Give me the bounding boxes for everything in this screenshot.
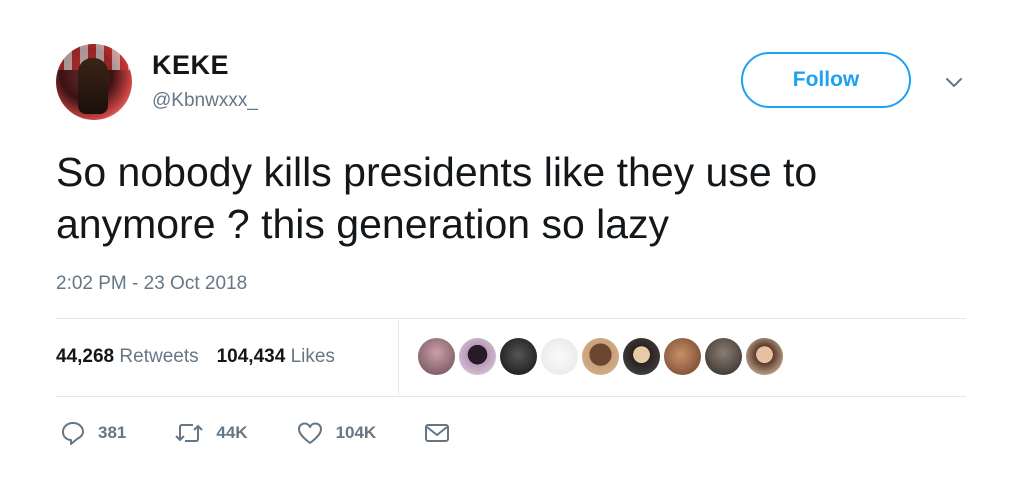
retweet-icon (175, 424, 204, 442)
chevron-down-icon[interactable] (944, 72, 964, 92)
mail-icon (425, 424, 450, 442)
tweet-timestamp[interactable]: 2:02 PM - 23 Oct 2018 (56, 273, 247, 295)
liker-avatar[interactable] (500, 338, 537, 375)
retweets-count: 44,268 (56, 346, 115, 367)
liker-avatar[interactable] (623, 338, 660, 375)
user-handle[interactable]: @Kbnwxxx_ (152, 90, 258, 112)
tweet-actions: 381 44K 104K (60, 420, 510, 446)
direct-message-button[interactable] (424, 422, 462, 444)
follow-button[interactable]: Follow (741, 52, 911, 108)
avatar-figure (78, 58, 108, 114)
divider-bottom (56, 396, 966, 397)
like-count: 104K (335, 423, 377, 442)
liker-avatar[interactable] (664, 338, 701, 375)
liker-avatar[interactable] (582, 338, 619, 375)
likes-stat[interactable]: 104,434 Likes (217, 346, 335, 367)
liker-avatar[interactable] (541, 338, 578, 375)
retweets-stat[interactable]: 44,268 Retweets (56, 346, 199, 367)
engagement-stats: 44,268 Retweets 104,434 Likes (56, 346, 335, 368)
retweet-button[interactable]: 44K (174, 420, 248, 446)
divider-top (56, 318, 966, 319)
like-button[interactable]: 104K (296, 420, 377, 446)
tweet-text: So nobody kills presidents like they use… (56, 149, 818, 247)
retweet-count: 44K (216, 423, 248, 442)
likes-label: Likes (290, 346, 335, 367)
liker-avatars (418, 338, 783, 375)
reply-icon (62, 422, 84, 445)
user-name[interactable]: KEKE (152, 50, 229, 81)
liker-avatar[interactable] (459, 338, 496, 375)
likes-count: 104,434 (216, 346, 286, 367)
stats-separator (398, 320, 399, 395)
liker-avatar[interactable] (746, 338, 783, 375)
liker-avatar[interactable] (705, 338, 742, 375)
retweets-label: Retweets (119, 346, 199, 367)
avatar[interactable] (56, 44, 132, 120)
reply-button[interactable]: 381 (60, 420, 126, 446)
liker-avatar[interactable] (418, 338, 455, 375)
reply-count: 381 (98, 423, 127, 442)
heart-icon (297, 422, 322, 444)
